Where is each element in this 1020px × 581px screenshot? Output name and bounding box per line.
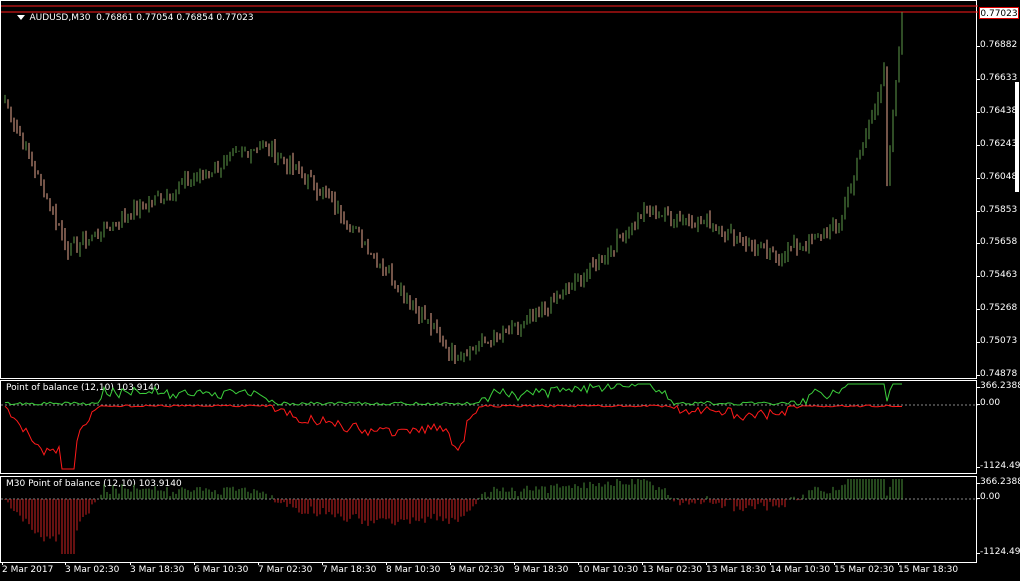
time-label: 15 Mar 18:30 [898, 562, 959, 575]
scale-scroll-handle[interactable] [1015, 82, 1019, 192]
time-axis[interactable]: 2 Mar 2017 3 Mar 02:30 3 Mar 18:30 6 Mar 10… [0, 562, 977, 581]
time-label: 9 Mar 18:30 [514, 562, 569, 575]
indicator-scale-tick: -1124.4900 [976, 461, 1020, 471]
time-label: 6 Mar 10:30 [194, 562, 249, 575]
price-tick: 0.76633 [975, 72, 1018, 83]
time-label: 3 Mar 02:30 [65, 562, 120, 575]
indicator1-scale: 366.2388 0.00 -1124.4900 [975, 380, 1020, 474]
price-tick: 0.76438 [975, 105, 1018, 116]
time-label: 10 Mar 10:30 [578, 562, 639, 575]
time-label: 2 Mar 2017 [2, 562, 54, 575]
time-label: 13 Mar 02:30 [642, 562, 703, 575]
price-chart-pane[interactable]: AUDUSD,M30 0.76861 0.77054 0.76854 0.770… [0, 0, 978, 379]
time-label: 3 Mar 18:30 [130, 562, 185, 575]
indicator2-histogram [1, 479, 978, 554]
time-label: 14 Mar 10:30 [770, 562, 831, 575]
price-tick: 0.76882 [975, 40, 1018, 50]
indicator1-lines [1, 383, 978, 470]
time-label: 7 Mar 18:30 [322, 562, 377, 575]
indicator-scale-tick: 0.00 [975, 492, 1001, 502]
time-label: 9 Mar 02:30 [450, 562, 505, 575]
time-label: 13 Mar 18:30 [706, 562, 767, 575]
time-label: 8 Mar 10:30 [386, 562, 441, 575]
indicator-scale-tick: 366.2388 [976, 477, 1020, 487]
price-tick: 0.75073 [975, 336, 1018, 347]
indicator-scale-tick: 366.2388 [976, 381, 1020, 391]
time-label: 15 Mar 02:30 [834, 562, 895, 575]
indicator-scale-tick: 0.00 [975, 398, 1001, 408]
price-scale[interactable]: 0.76882 0.76633 0.76438 0.76243 0.76048 0.758… [975, 0, 1020, 379]
balance-down-line [4, 404, 903, 470]
indicator-scale-tick: -1124.4900 [976, 547, 1020, 557]
price-bars [1, 5, 978, 364]
price-tick: 0.75658 [975, 237, 1018, 248]
indicator-pane-1[interactable]: Point of balance (12,10) 103.9140 [0, 380, 978, 474]
price-tick: 0.76243 [975, 138, 1018, 149]
price-tick: 0.74878 [975, 369, 1018, 379]
current-price-badge: 0.77023 [979, 7, 1019, 19]
indicator2-scale: 366.2388 0.00 -1124.4900 [975, 476, 1020, 563]
balance-up-line [4, 383, 902, 406]
price-tick: 0.75463 [975, 270, 1018, 281]
indicator-pane-2[interactable]: M30 Point of balance (12,10) 103.9140 [0, 476, 978, 563]
time-label: 7 Mar 02:30 [258, 562, 313, 575]
price-tick: 0.76048 [975, 171, 1018, 182]
price-tick: 0.75268 [975, 303, 1018, 314]
price-tick: 0.75853 [975, 204, 1018, 215]
